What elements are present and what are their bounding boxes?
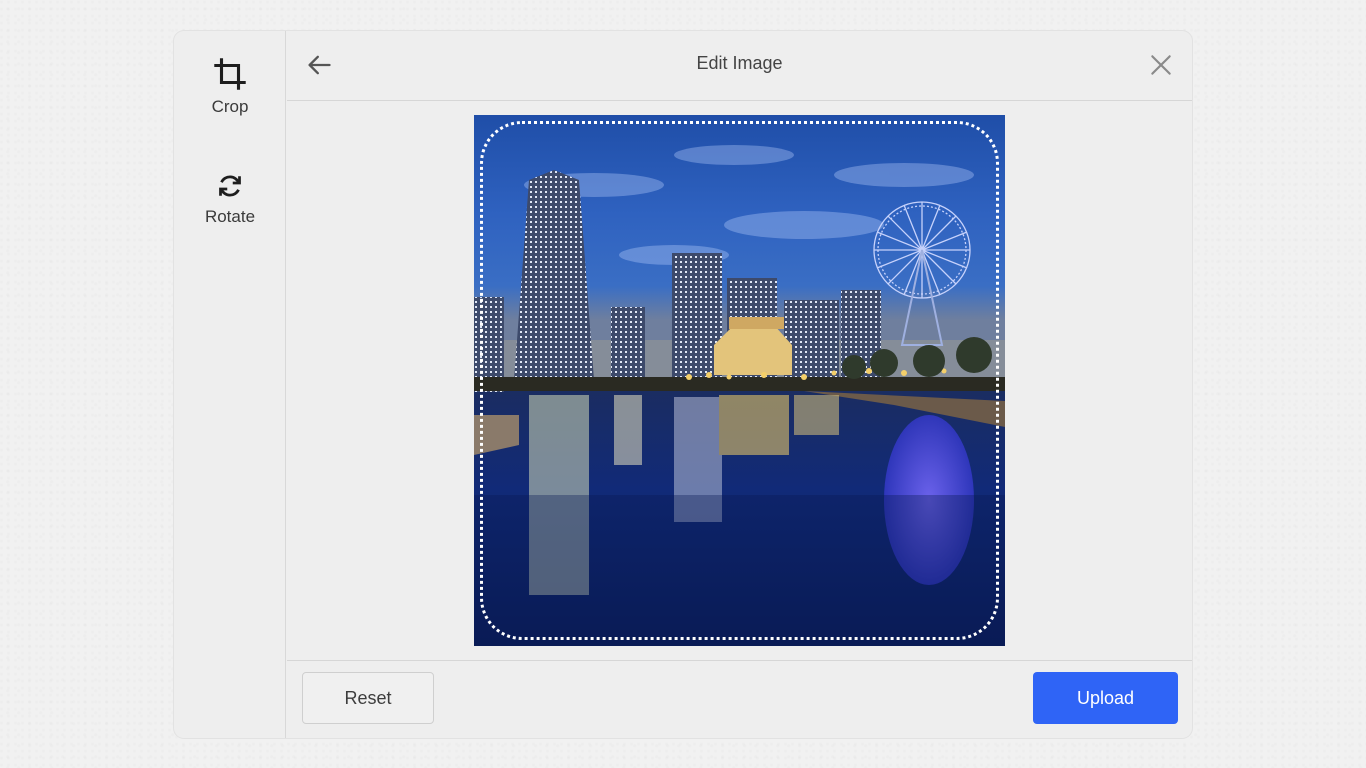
image-canvas — [287, 101, 1192, 660]
dialog-header: Edit Image — [287, 31, 1192, 101]
crop-label: Crop — [211, 97, 249, 116]
crop-icon — [213, 57, 247, 91]
rotate-icon — [215, 171, 245, 201]
tool-sidebar: Crop Rotate — [174, 31, 286, 738]
close-icon — [1148, 55, 1174, 82]
dialog-title: Edit Image — [696, 53, 783, 73]
rotate-tool[interactable]: Rotate — [174, 171, 286, 227]
edit-image-dialog: Crop Rotate Edit Image Reset Upload — [174, 31, 1192, 738]
reset-button[interactable]: Reset — [302, 672, 434, 724]
rotate-label: Rotate — [204, 207, 256, 226]
upload-button[interactable]: Upload — [1033, 672, 1178, 724]
close-button[interactable] — [1148, 52, 1174, 78]
preview-image — [474, 115, 1005, 646]
dialog-footer: Reset Upload — [287, 660, 1192, 738]
crop-selection-frame[interactable] — [480, 121, 999, 640]
crop-tool[interactable]: Crop — [174, 57, 286, 117]
